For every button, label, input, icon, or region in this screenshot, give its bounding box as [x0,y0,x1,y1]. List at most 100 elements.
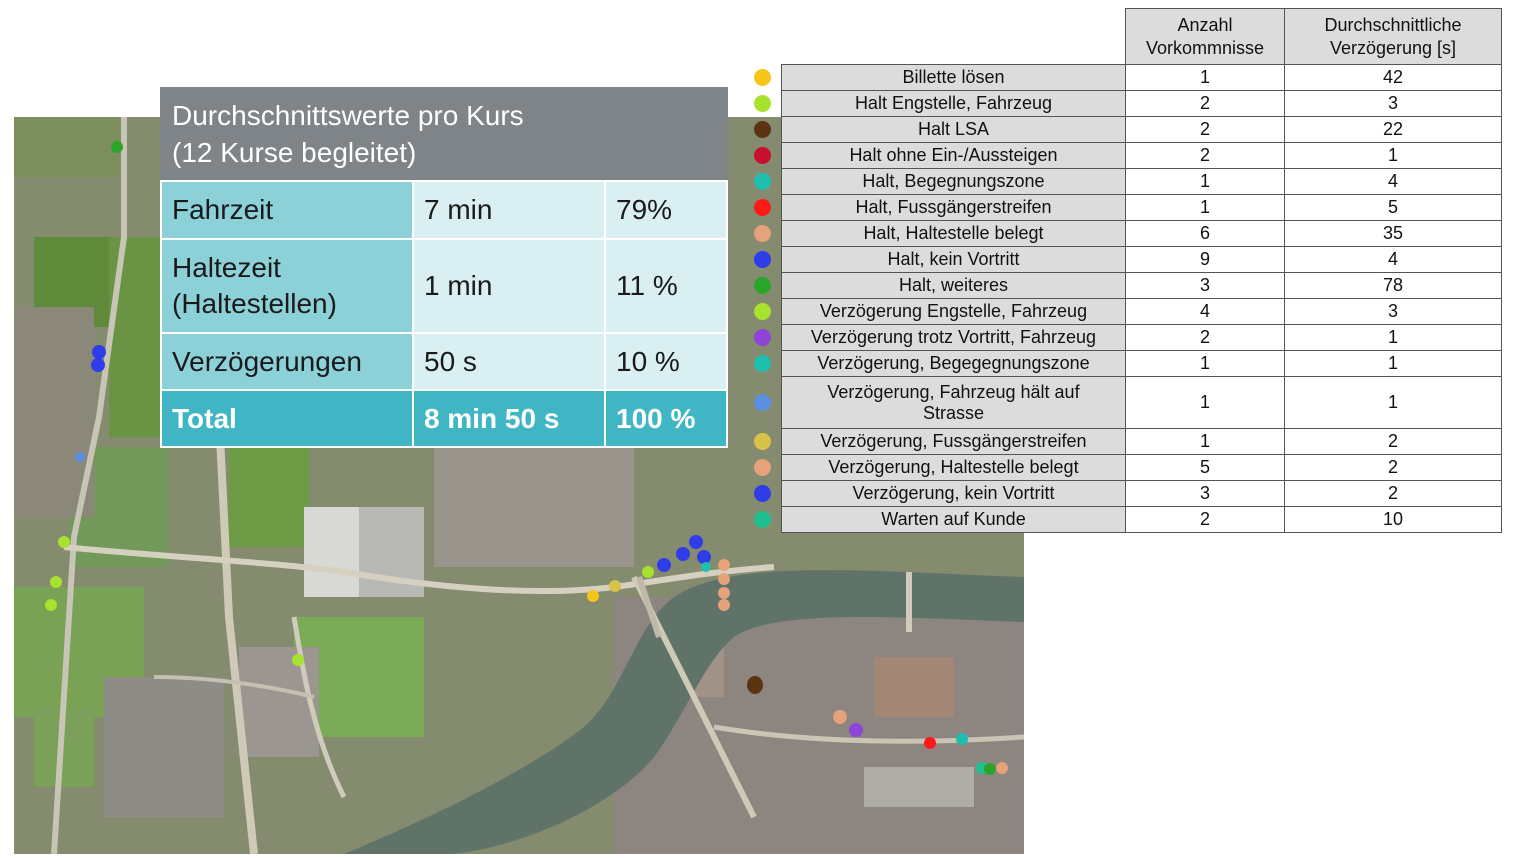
legend-dot [754,328,771,346]
incident-delay: 2 [1284,428,1502,455]
incident-row: Halt, kein Vortritt 9 4 [781,246,1502,273]
summary-row-fahrzeit: Fahrzeit 7 min 79% [160,180,728,240]
legend-dot [754,172,771,190]
incident-row: Halt, weiteres 3 78 [781,272,1502,299]
incident-delay: 2 [1284,480,1502,507]
summary-row-verzoegerungen: Verzögerungen 50 s 10 % [160,332,728,391]
legend-dot [754,146,771,164]
incident-count: 2 [1125,142,1285,169]
incident-count: 2 [1125,506,1285,533]
incident-row: Verzögerung, kein Vortritt 3 2 [781,480,1502,507]
legend-dots [751,0,775,540]
incident-name: Warten auf Kunde [781,506,1126,533]
incident-count: 2 [1125,90,1285,117]
row-share: 79% [604,180,728,240]
row-share: 100 % [604,389,728,448]
legend-dot [754,302,771,320]
row-share: 11 % [604,238,728,334]
incident-delay: 4 [1284,246,1502,273]
row-time: 50 s [412,332,606,391]
incident-row: Verzögerung Engstelle, Fahrzeug 4 3 [781,298,1502,325]
incident-count: 5 [1125,454,1285,481]
incident-count: 9 [1125,246,1285,273]
legend-dot [754,224,771,242]
summary-row-haltezeit: Haltezeit (Haltestellen) 1 min 11 % [160,238,728,334]
incident-count: 1 [1125,428,1285,455]
header-delay: Durchschnittliche Verzögerung [s] [1284,8,1502,65]
incident-count: 1 [1125,64,1285,91]
incident-row: Halt, Haltestelle belegt 6 35 [781,220,1502,247]
incident-row: Warten auf Kunde 2 10 [781,506,1502,533]
incident-name: Halt, kein Vortritt [781,246,1126,273]
incident-delay: 5 [1284,194,1502,221]
incident-delay: 42 [1284,64,1502,91]
incident-count: 1 [1125,376,1285,429]
incident-row: Verzögerung, Begegegnungszone 1 1 [781,350,1502,377]
incident-name: Verzögerung, Begegegnungszone [781,350,1126,377]
incident-delay: 2 [1284,454,1502,481]
incident-name: Verzögerung Engstelle, Fahrzeug [781,298,1126,325]
row-time: 1 min [412,238,606,334]
incident-name: Halt ohne Ein-/Aussteigen [781,142,1126,169]
incident-delay: 35 [1284,220,1502,247]
incident-delay: 1 [1284,376,1502,429]
row-time: 7 min [412,180,606,240]
summary-row-total: Total 8 min 50 s 100 % [160,389,728,448]
summary-table: Fahrzeit 7 min 79% Haltezeit (Haltestell… [160,180,728,448]
legend-dot [754,198,771,216]
incident-delay: 1 [1284,350,1502,377]
incident-count: 2 [1125,116,1285,143]
legend-dot [754,94,771,112]
incident-delay: 1 [1284,324,1502,351]
legend-dot [754,120,771,138]
incident-delay: 3 [1284,298,1502,325]
incident-count: 2 [1125,324,1285,351]
incident-row: Halt, Begegnungszone 1 4 [781,168,1502,195]
incident-delay: 1 [1284,142,1502,169]
incident-count: 6 [1125,220,1285,247]
summary-panel: Durchschnittswerte pro Kurs (12 Kurse be… [160,87,728,448]
incident-delay: 3 [1284,90,1502,117]
incident-row: Halt Engstelle, Fahrzeug 2 3 [781,90,1502,117]
legend-dot [754,354,771,372]
incident-delay: 10 [1284,506,1502,533]
incident-name: Halt, weiteres [781,272,1126,299]
row-label: Verzögerungen [160,332,414,391]
incident-name: Halt, Fussgängerstreifen [781,194,1126,221]
incident-row: Halt, Fussgängerstreifen 1 5 [781,194,1502,221]
incident-count: 4 [1125,298,1285,325]
incident-name: Halt, Haltestelle belegt [781,220,1126,247]
incident-row: Halt LSA 2 22 [781,116,1502,143]
row-share: 10 % [604,332,728,391]
incident-delay: 78 [1284,272,1502,299]
incident-row: Verzögerung, Haltestelle belegt 5 2 [781,454,1502,481]
incident-count: 3 [1125,272,1285,299]
incident-delay: 22 [1284,116,1502,143]
header-count: Anzahl Vorkommnisse [1125,8,1285,65]
row-label: Total [160,389,414,448]
incident-row: Billette lösen 1 42 [781,64,1502,91]
incident-name: Halt LSA [781,116,1126,143]
legend-dot [754,393,771,411]
incident-name: Verzögerung, Haltestelle belegt [781,454,1126,481]
incident-count: 1 [1125,350,1285,377]
incident-table-header: Anzahl Vorkommnisse Durchschnittliche Ve… [781,8,1502,65]
legend-dot [754,68,771,86]
incident-count: 1 [1125,168,1285,195]
legend-dot [754,458,771,476]
legend-dot [754,250,771,268]
row-label: Haltezeit (Haltestellen) [160,238,414,334]
legend-dot [754,276,771,294]
incident-table-body: Billette lösen 1 42 Halt Engstelle, Fahrzeu… [781,64,1502,533]
incident-row: Verzögerung trotz Vortritt, Fahrzeug 2 1 [781,324,1502,351]
legend-dot [754,484,771,502]
incident-row: Verzögerung, Fussgängerstreifen 1 2 [781,428,1502,455]
legend-dot [754,510,771,528]
incident-name: Halt, Begegnungszone [781,168,1126,195]
incident-table: Anzahl Vorkommnisse Durchschnittliche Ve… [781,8,1502,533]
incident-row: Halt ohne Ein-/Aussteigen 2 1 [781,142,1502,169]
incident-name: Verzögerung, Fahrzeug hält auf Strasse [781,376,1126,429]
incident-name: Billette lösen [781,64,1126,91]
incident-name: Halt Engstelle, Fahrzeug [781,90,1126,117]
incident-name: Verzögerung trotz Vortritt, Fahrzeug [781,324,1126,351]
